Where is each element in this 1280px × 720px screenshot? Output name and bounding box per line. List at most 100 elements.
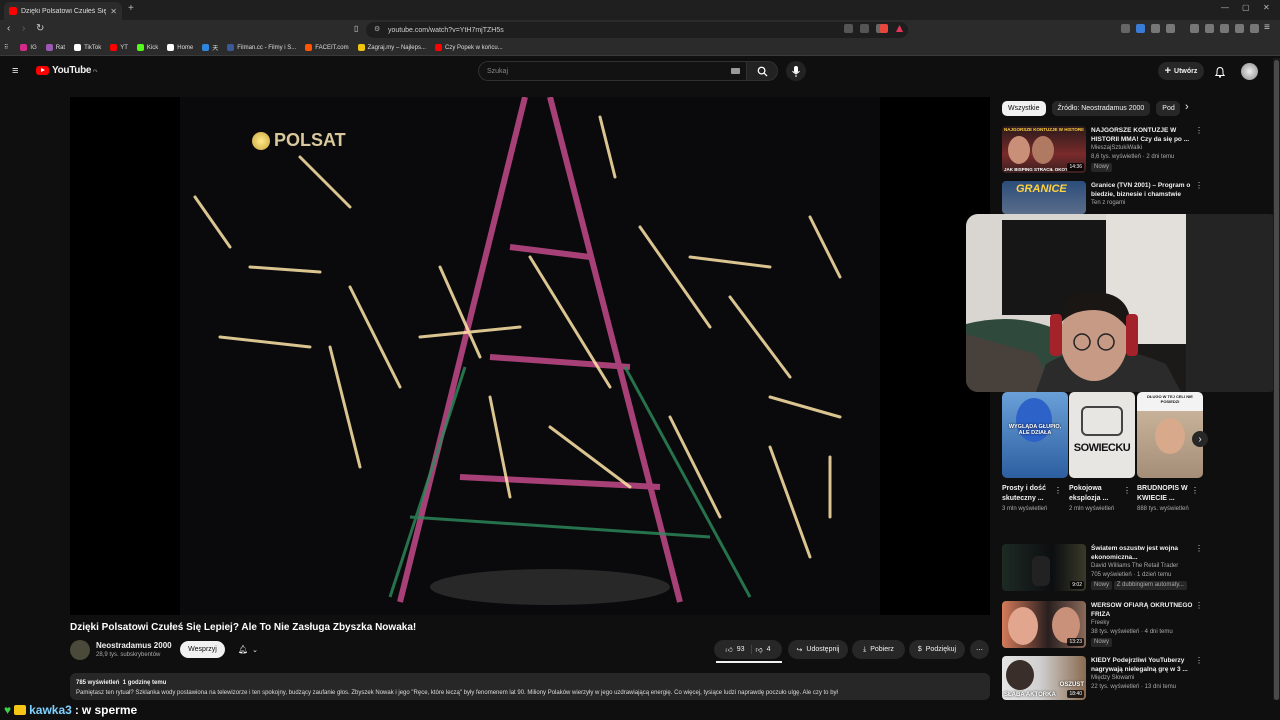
channel-name[interactable]: Neostradamus 2000	[96, 641, 172, 650]
recommendation-item[interactable]: GRANICE Granice (TVN 2001) – Program o b…	[1002, 181, 1203, 214]
video-player[interactable]: POLSAT	[70, 97, 990, 615]
bookmark-zagraj[interactable]: Zagraj.my – Najleps...	[357, 44, 426, 51]
short-caption: WYGLĄDA GŁUPIO, ALE DZIAŁA	[1008, 424, 1062, 436]
bookmark-icon[interactable]: ▯	[354, 24, 358, 33]
recommendation-item[interactable]: NAJGORSZE KONTUZJE W HISTORII JAK BISPIN…	[1002, 126, 1203, 173]
video-title: Światem oszustw jest wojna ekonomiczna..…	[1091, 545, 1179, 561]
video-thumbnail: 9:02	[1002, 544, 1086, 591]
short-thumbnail: SOWIECKU	[1069, 392, 1135, 478]
extension-icon-3[interactable]	[1151, 24, 1160, 33]
browser-tab[interactable]: Dzięki Polsatowi Czułeś Się Le ✕	[4, 2, 122, 20]
stream-chat-overlay: ♥ kawka3 : w sperme	[0, 700, 1280, 720]
url-field[interactable]: youtube.com/watch?v=YtH7mjTZH5s	[366, 22, 908, 38]
recommendation-item[interactable]: 9:02 Światem oszustw jest wojna ekonomic…	[1002, 544, 1203, 591]
video-duration: 14:36	[1067, 163, 1084, 171]
search-button[interactable]	[746, 61, 778, 81]
description-box[interactable]: 785 wyświetleń 1 godzinę temu Pamiętasz …	[70, 673, 990, 700]
dislike-count: 4	[766, 646, 771, 653]
extension-icon-1[interactable]	[1121, 24, 1130, 33]
close-window-button[interactable]: ✕	[1263, 3, 1270, 12]
bookmark-faceit[interactable]: FACEIT.com	[305, 44, 349, 51]
video-title: KIEDY Podejrzliwi YouTuberzy nagrywają n…	[1091, 657, 1188, 673]
recommendation-item[interactable]: SŁABA AKTORKA OSZUST 18:40 KIEDY Podejrz…	[1002, 656, 1203, 700]
channel-name: Freeky	[1091, 620, 1110, 626]
profile-icon[interactable]	[1235, 24, 1244, 33]
extension-icon-2[interactable]	[1136, 24, 1145, 33]
bookmark-filman[interactable]: Filman.cc - Filmy i S...	[227, 44, 296, 51]
like-dislike-group: 👍︎ 93 👎︎ 4	[714, 640, 782, 659]
zagraj-icon	[357, 44, 365, 51]
voice-search-button[interactable]	[786, 61, 806, 81]
apps-icon[interactable]: ⠿	[4, 44, 8, 51]
chevron-right-icon[interactable]: ›	[1185, 101, 1189, 113]
chip-all[interactable]: Wszystkie	[1002, 101, 1046, 116]
new-badge: Nowy	[1091, 163, 1113, 172]
maximize-button[interactable]: ▢	[1242, 3, 1250, 12]
short-item[interactable]: SOWIECKU Pokojowa eksplozja ... 2 mln wy…	[1069, 392, 1135, 514]
media-icon[interactable]	[1190, 24, 1199, 33]
close-tab-icon[interactable]: ✕	[110, 7, 117, 16]
more-actions-button[interactable]: ⋯	[970, 640, 989, 659]
vpn-icon[interactable]	[1250, 24, 1259, 33]
support-button[interactable]: Wesprzyj	[180, 641, 225, 658]
keyboard-icon[interactable]	[731, 68, 740, 74]
thanks-button[interactable]: $ Podziękuj	[909, 640, 965, 659]
download-icon: ⤓	[863, 645, 867, 653]
notifications-icon[interactable]	[1214, 65, 1226, 83]
more-vert-icon[interactable]: ⋮	[1123, 486, 1131, 495]
chip-source[interactable]: Źródło: Neostradamus 2000	[1051, 101, 1151, 116]
dislike-button[interactable]: 👎︎ 4	[756, 645, 771, 654]
short-item[interactable]: WYGLĄDA GŁUPIO, ALE DZIAŁA Prosty i dość…	[1002, 392, 1068, 514]
new-tab-button[interactable]: +	[128, 3, 134, 14]
page-scrollbar[interactable]	[1274, 60, 1279, 700]
bookmark-ig[interactable]: IG	[20, 44, 37, 51]
bookmark-popek[interactable]: Czy Popek w końcu...	[434, 44, 503, 51]
download-button[interactable]: ⤓ Pobierz	[852, 640, 905, 659]
share-button[interactable]: ↪ Udostępnij	[788, 640, 848, 659]
shorts-next-button[interactable]: ›	[1192, 431, 1208, 447]
bookmark-kick[interactable]: Kick	[136, 44, 158, 51]
youtube-favicon-icon	[9, 7, 17, 15]
video-thumbnail: GRANICE	[1002, 181, 1086, 214]
sidebar-icon[interactable]	[1205, 24, 1214, 33]
bookmark-tiktok[interactable]: TikTok	[74, 44, 101, 51]
share-page-icon[interactable]	[860, 24, 869, 33]
video-title: NAJGORSZE KONTUZJE W HISTORII MMA! Czy d…	[1091, 127, 1190, 143]
back-icon[interactable]: ‹	[7, 23, 10, 34]
more-vert-icon[interactable]: ⋮	[1191, 486, 1199, 495]
channel-avatar[interactable]	[70, 640, 90, 660]
subscription-bell-button[interactable]: 🔔︎ ⌄	[231, 641, 265, 658]
youtube-logo[interactable]: YouTube PL	[36, 65, 98, 76]
forward-icon[interactable]: ›	[22, 23, 25, 34]
minimize-button[interactable]: —	[1221, 3, 1229, 12]
extension-icon-4[interactable]	[1166, 24, 1175, 33]
account-avatar[interactable]	[1241, 63, 1258, 80]
reload-icon[interactable]: ↻	[36, 23, 44, 34]
site-info-icon[interactable]: ⚙	[374, 25, 380, 33]
like-ratio-bar	[716, 661, 782, 663]
more-vert-icon[interactable]: ⋮	[1195, 181, 1203, 190]
channel-name: David Williams The Retail Trader	[1091, 563, 1179, 569]
short-item[interactable]: DŁUGO W TEJ CELI NIE POSIEDZI BRUDNOPIS …	[1137, 392, 1203, 514]
wallet-icon[interactable]	[1220, 24, 1229, 33]
search-input[interactable]: Szukaj	[478, 61, 746, 81]
cast-icon[interactable]	[844, 24, 853, 33]
menu-icon[interactable]: ≡	[1264, 22, 1270, 33]
more-vert-icon[interactable]: ⋮	[1195, 544, 1203, 553]
more-vert-icon[interactable]: ⋮	[1054, 486, 1062, 495]
bookmark-tian[interactable]: 天	[202, 43, 218, 52]
bookmark-rat[interactable]: Rat	[45, 44, 65, 51]
bookmark-yt[interactable]: YT	[110, 44, 128, 51]
recommendation-item[interactable]: 13:23 WERSOW OFIARĄ OKRUTNEGO FRIZA Free…	[1002, 601, 1203, 648]
more-vert-icon[interactable]: ⋮	[1195, 656, 1203, 665]
filter-chips: Wszystkie Źródło: Neostradamus 2000 Pod	[1002, 101, 1181, 116]
chip-related[interactable]: Pod	[1156, 101, 1181, 116]
more-vert-icon[interactable]: ⋮	[1195, 601, 1203, 610]
hamburger-menu-icon[interactable]: ≡	[12, 65, 18, 77]
like-button[interactable]: 👍︎ 93	[725, 645, 752, 654]
plus-icon: +	[1164, 65, 1172, 77]
more-vert-icon[interactable]: ⋮	[1195, 126, 1203, 135]
brave-shield-icon[interactable]	[880, 24, 888, 33]
create-button[interactable]: + Utwórz	[1158, 62, 1204, 80]
bookmark-home[interactable]: Home	[167, 44, 193, 51]
